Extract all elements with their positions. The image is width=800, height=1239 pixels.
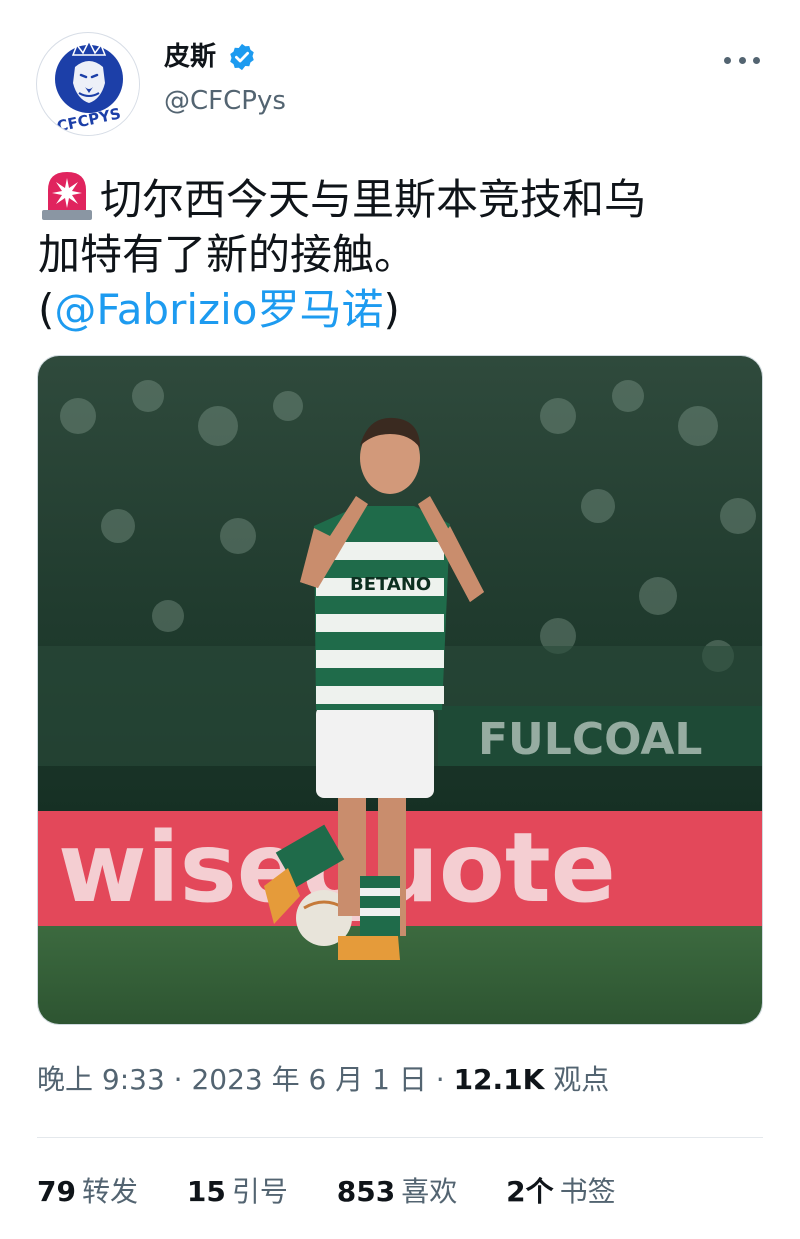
mention-link[interactable]: @Fabrizio罗马诺 xyxy=(54,285,383,334)
engagement-stats: 79 转发 15 引号 853 喜欢 2个 书签 xyxy=(37,1172,656,1212)
bookmarks-stat[interactable]: 2个 书签 xyxy=(506,1172,616,1212)
likes-stat[interactable]: 853 喜欢 xyxy=(337,1172,457,1212)
tweet-header: CFCPYS 皮斯 @CFCPys xyxy=(36,32,764,136)
likes-label: 喜欢 xyxy=(401,1175,458,1208)
meta-separator: · xyxy=(164,1063,192,1096)
more-dot xyxy=(738,56,746,64)
open-paren: ( xyxy=(38,285,55,334)
more-options-icon[interactable] xyxy=(724,50,760,70)
divider xyxy=(37,1137,763,1138)
quotes-count: 15 xyxy=(186,1175,226,1208)
more-dot xyxy=(753,56,760,64)
close-paren: ) xyxy=(383,285,400,334)
retweets-stat[interactable]: 79 转发 xyxy=(37,1172,138,1212)
tweet-date[interactable]: 2023 年 6 月 1 日 xyxy=(191,1063,426,1096)
tweet-text-line1: 切尔西今天与里斯本竞技和乌 xyxy=(100,175,647,224)
quotes-stat[interactable]: 15 引号 xyxy=(187,1172,288,1212)
tweet-photo[interactable]: FULCOAL wisequote BETANO xyxy=(37,355,763,1025)
bookmarks-count: 2个 xyxy=(506,1175,554,1208)
views-label: 观点 xyxy=(553,1063,610,1096)
avatar[interactable]: CFCPYS xyxy=(36,32,140,136)
more-dot xyxy=(724,56,731,64)
views-count: 12.1K xyxy=(453,1063,545,1096)
display-name[interactable]: 皮斯 xyxy=(164,40,216,74)
user-handle[interactable]: @CFCPys xyxy=(164,84,286,118)
tweet-time[interactable]: 晚上 9:33 xyxy=(37,1063,165,1096)
verified-badge-icon xyxy=(227,42,257,72)
svg-text:FULCOAL: FULCOAL xyxy=(478,714,702,765)
sponsor-text: BETANO xyxy=(350,574,431,595)
tweet-text: 切尔西今天与里斯本竞技和乌 加特有了新的接触。 (@Fabrizio罗马诺) xyxy=(38,166,758,337)
retweets-count: 79 xyxy=(37,1175,76,1208)
siren-icon xyxy=(38,166,96,224)
user-info: 皮斯 @CFCPys xyxy=(164,40,286,118)
meta-separator: · xyxy=(426,1063,454,1096)
retweets-label: 转发 xyxy=(81,1175,138,1208)
tweet-text-line2: 加特有了新的接触。 xyxy=(38,230,417,279)
quotes-label: 引号 xyxy=(231,1175,288,1208)
likes-count: 853 xyxy=(336,1175,396,1208)
bookmarks-label: 书签 xyxy=(559,1175,616,1208)
tweet-meta: 晚上 9:33 · 2023 年 6 月 1 日 · 12.1K 观点 xyxy=(37,1060,609,1100)
